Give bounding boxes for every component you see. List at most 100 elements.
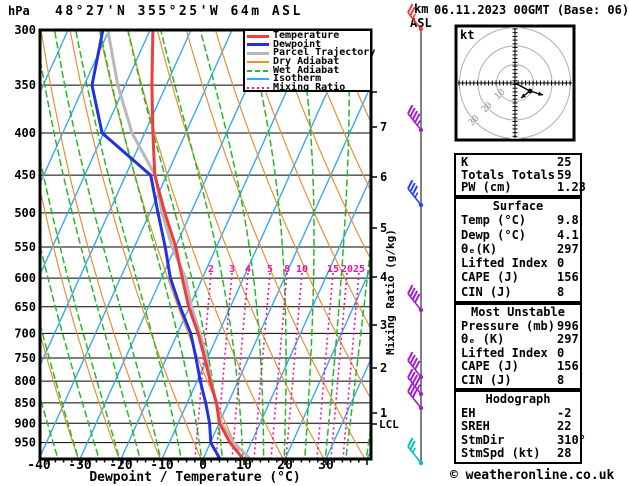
stat-label: CIN (J) (461, 284, 512, 299)
legend-swatch-solid (247, 34, 269, 38)
mixing-ratio-value-label: 2 (208, 264, 214, 275)
stat-value: 1.23 (557, 180, 586, 195)
pressure-tick-label: 700 (14, 326, 36, 340)
stat-label: StmSpd (kt) (461, 446, 541, 461)
wind-barb-half-feather (414, 192, 419, 198)
stat-label: CAPE (J) (461, 359, 519, 373)
legend-swatch-dash (247, 69, 269, 72)
legend-swatch-solid (247, 43, 269, 47)
stat-value: 310° (557, 432, 586, 447)
pressure-tick-label: 650 (14, 300, 36, 314)
wind-barb-station-dot (418, 460, 424, 466)
wind-barb-station-dot (418, 307, 424, 313)
stat-row-stmspd-kt-: StmSpd (kt) 28 (456, 446, 580, 460)
legend-swatch-dot (247, 86, 269, 89)
stat-row-lifted-index: Lifted Index 0 (456, 256, 580, 270)
mixing-ratio-value-label: 15 (327, 264, 339, 275)
pressure-tick-label: 350 (14, 78, 36, 92)
stat-row-cape-j-: CAPE (J) 156 (456, 270, 580, 284)
isotherm-line (243, 175, 371, 459)
mixing-ratio-value-label: 3 (229, 264, 235, 275)
stat-row-cin-j-: CIN (J) 8 (456, 373, 580, 387)
stats-box-most-unstable: Most Unstable Pressure (mb) 996 θₑ (K) 297 Li… (454, 303, 582, 390)
stat-value: 297 (557, 241, 579, 256)
stat-value: 996 (557, 318, 579, 333)
skewt-sounding-page: hPa 48°27'N 355°25'W 64m ASL km ASL 06.1… (0, 0, 629, 486)
stat-value: 4.1 (557, 227, 579, 242)
stat-row-temp-c-: Temp (°C) 9.8 (456, 213, 580, 227)
stat-label: Dewp (°C) (461, 227, 527, 242)
lcl-label: LCL (379, 418, 399, 431)
stat-value: 156 (557, 359, 579, 373)
wind-barb-half-feather (416, 120, 421, 126)
stat-label: θₑ (K) (461, 332, 505, 346)
stat-value: 0 (557, 345, 565, 360)
pressure-tick-label: 550 (14, 240, 36, 254)
mixing-ratio-value-label: 4 (245, 264, 251, 275)
stat-value: 156 (557, 270, 579, 285)
wind-barb (407, 3, 424, 32)
pressure-tick-label: 800 (14, 374, 36, 388)
stats-column: K 25 Totals Totals 59 PW (cm) 1.23 Surface Temp… (454, 0, 586, 486)
wind-barb-half-feather (411, 447, 416, 453)
stat-label: EH (461, 405, 476, 420)
stat-label: Lifted Index (461, 256, 548, 271)
stats-box-surface: Surface Temp (°C) 9.8 Dewp (°C) 4.1 θₑ(K) 297 L… (454, 197, 582, 303)
stat-row-totals-totals: Totals Totals 59 (456, 168, 580, 182)
stat-label: CIN (J) (461, 372, 512, 387)
wind-barb-station-dot (418, 202, 424, 208)
pressure-tick-label: 750 (14, 351, 36, 365)
km-tick-label: 7 (380, 120, 387, 134)
pressure-tick-label: 400 (14, 126, 36, 140)
pressure-tick-label: 850 (14, 396, 36, 410)
x-axis-label: Dewpoint / Temperature (°C) (89, 470, 301, 485)
footer-credit: © weatheronline.co.uk (450, 468, 615, 483)
stat-row-cin-j-: CIN (J) 8 (456, 285, 580, 299)
legend-item: Mixing Ratio (247, 81, 370, 93)
wind-barb-half-feather (411, 13, 416, 19)
legend-swatch-solid (247, 78, 269, 81)
stat-row-dewp-c-: Dewp (°C) 4.1 (456, 228, 580, 242)
parcel-trajectory-curve (106, 30, 252, 459)
stat-value: 9.8 (557, 213, 579, 228)
stat-value: 0 (557, 256, 565, 271)
isotherm-line (202, 83, 371, 459)
wind-barb-station-dot (418, 405, 424, 411)
stat-row--k-: θₑ (K) 297 (456, 332, 580, 346)
wind-barb-station-dot (418, 26, 424, 32)
stats-box-indices: K 25 Totals Totals 59 PW (cm) 1.23 (454, 153, 586, 197)
legend-item-label: Mixing Ratio (273, 81, 346, 93)
pressure-tick-label: 500 (14, 206, 36, 220)
stat-label: Lifted Index (461, 345, 548, 360)
stat-row-lifted-index: Lifted Index 0 (456, 346, 580, 360)
stat-row-eh: EH -2 (456, 406, 580, 420)
stat-value: 8 (557, 372, 565, 387)
stat-value: 22 (557, 419, 572, 434)
stat-label: SREH (461, 419, 490, 434)
mixing-ratio-value-label: 5 (267, 264, 273, 275)
stat-value: 8 (557, 284, 565, 299)
pressure-tick-label: 900 (14, 416, 36, 430)
stat-row-pw-cm-: PW (cm) 1.23 (456, 180, 586, 195)
stat-label: Temp (°C) (461, 213, 527, 228)
stat-label: PW (cm) (461, 180, 512, 195)
mixing-ratio-line (285, 272, 303, 459)
stat-value: 297 (557, 332, 579, 346)
km-tick-label: 6 (380, 170, 387, 184)
legend-swatch-solid (247, 61, 269, 64)
stats-box-header: Surface (492, 199, 544, 213)
wind-barb-station-dot (418, 391, 424, 397)
stats-box-header: Most Unstable (471, 305, 565, 319)
pressure-tick-label: 600 (14, 271, 36, 285)
mixing-ratio-value-label: 20 (341, 264, 353, 275)
stat-row-sreh: SREH 22 (456, 419, 580, 433)
wet-adiabat-line (199, 30, 265, 456)
mixing-ratio-value-label: 10 (296, 264, 308, 275)
stat-value: 28 (557, 446, 572, 461)
stat-label: θₑ(K) (461, 241, 498, 256)
stat-value: -2 (557, 405, 572, 420)
wind-barb-half-feather (416, 384, 421, 390)
stat-row-k: K 25 (456, 155, 580, 169)
stat-label: CAPE (J) (461, 270, 519, 285)
wind-barb-station-dot (418, 127, 424, 133)
